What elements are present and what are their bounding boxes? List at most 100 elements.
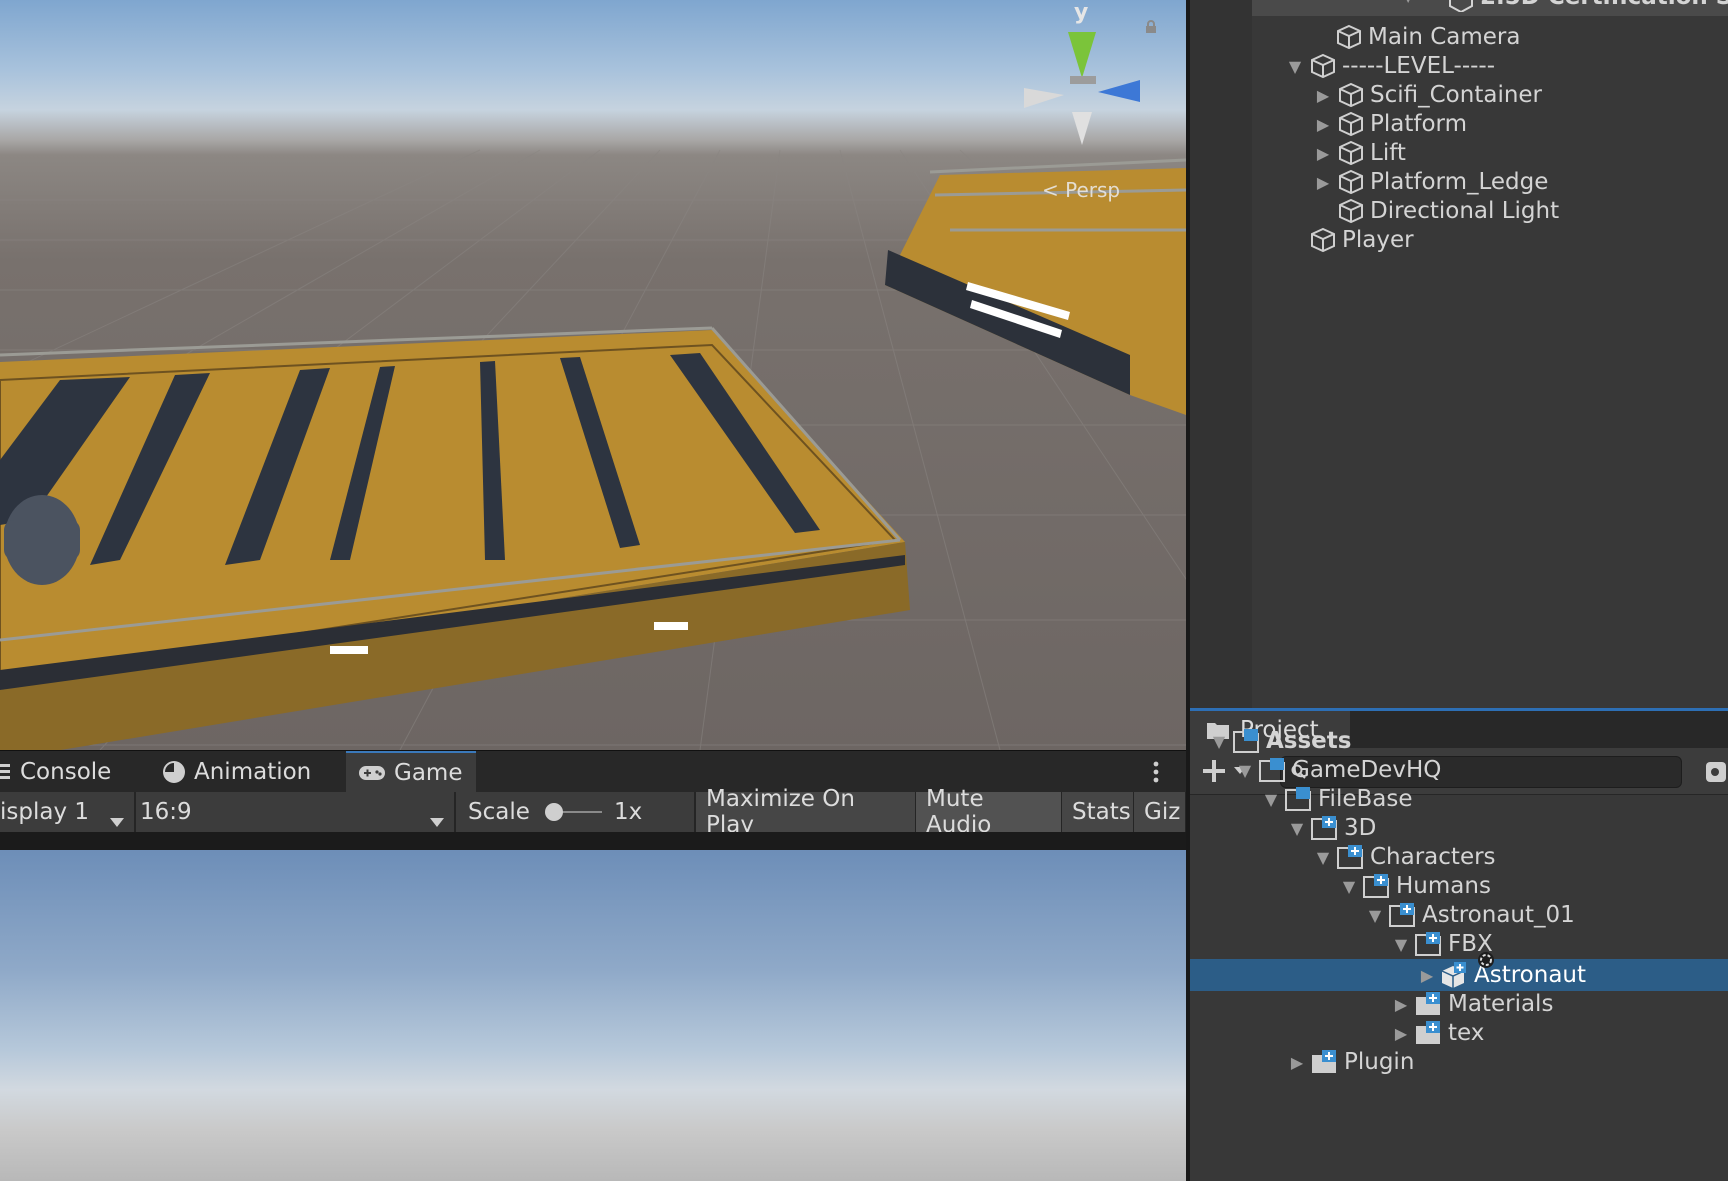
mute-audio-button[interactable]: Mute Audio [916,786,1062,838]
hierarchy-item-label: -----LEVEL----- [1342,53,1496,79]
hierarchy-item-label: Directional Light [1370,198,1560,224]
tree-item-label: 3D [1344,815,1377,841]
collapsed-arrow-icon[interactable]: ▶ [1310,86,1336,105]
display-dropdown[interactable]: isplay 1 [0,792,134,832]
unity-logo-icon [1448,0,1474,16]
tab-animation-label: Animation [194,759,312,785]
expand-arrow-icon[interactable]: ▼ [1388,935,1414,954]
display-dropdown-label: isplay 1 [0,799,90,825]
expand-arrow-icon[interactable]: ▼ [1206,732,1232,751]
project-folder-astronaut-01[interactable]: ▼ Astronaut_01 [1190,899,1728,931]
lock-icon[interactable] [1144,20,1158,34]
stats-button[interactable]: Stats [1062,792,1134,832]
hierarchy-item-label: Player [1342,227,1414,253]
project-folder-plugin[interactable]: ▶ Plugin [1190,1046,1728,1078]
project-folder-characters[interactable]: ▼ Characters [1190,841,1728,873]
hierarchy-item-platform[interactable]: ▶ Platform [1310,108,1467,140]
hierarchy-item-label: Platform_Ledge [1370,169,1549,195]
gamepad-icon [358,764,386,782]
gameobject-cube-icon [1336,109,1366,139]
hierarchy-item-level[interactable]: ▼ -----LEVEL----- [1282,50,1495,82]
gameobject-cube-icon [1334,22,1364,52]
tab-console[interactable]: Console [0,751,150,793]
folder-plus-icon [1414,930,1444,958]
hierarchy-item-lift[interactable]: ▶ Lift [1310,137,1406,169]
project-folder-assets[interactable]: ▼ Assets [1190,725,1728,757]
expand-arrow-icon[interactable]: ▼ [1402,0,1414,5]
scale-value: 1x [614,799,643,825]
expand-arrow-icon[interactable]: ▼ [1282,57,1308,76]
hierarchy-item-player[interactable]: Player [1282,224,1414,256]
gizmos-button[interactable]: Giz [1134,792,1186,832]
scale-slider[interactable] [542,802,604,822]
collapsed-arrow-icon[interactable]: ▶ [1310,115,1336,134]
tree-item-label: Astronaut_01 [1422,902,1575,928]
expand-arrow-icon[interactable]: ▼ [1232,761,1258,780]
project-folder-filebase[interactable]: ▼ FileBase [1190,783,1728,815]
expand-arrow-icon[interactable]: ▼ [1362,906,1388,925]
scene-name: 2.5D Certification Starter Scene [1480,0,1728,10]
scene-gizmo-graphic [1024,32,1140,145]
gameobject-cube-icon [1308,225,1338,255]
project-folder-tex[interactable]: ▶ tex [1190,1017,1728,1049]
hierarchy-item-directional-light[interactable]: Directional Light [1310,195,1559,227]
game-view-top-strip [0,832,1186,850]
expand-arrow-icon[interactable]: ▼ [1284,819,1310,838]
aspect-dropdown[interactable]: 16:9 [140,792,450,832]
tree-item-label: Humans [1396,873,1491,899]
hierarchy-item-label: Platform [1370,111,1467,137]
expand-arrow-icon[interactable]: ▼ [1310,848,1336,867]
collapsed-arrow-icon[interactable]: ▶ [1310,173,1336,192]
tab-animation[interactable]: Animation [162,751,342,793]
project-folder-materials[interactable]: ▶ Materials [1190,988,1728,1020]
folder-plus-icon [1414,990,1444,1018]
gameobject-cube-icon [1336,138,1366,168]
tab-menu-kebab-icon[interactable] [1152,759,1160,785]
expand-arrow-icon[interactable]: ▼ [1336,877,1362,896]
project-folder-gamedevhq[interactable]: ▼ GameDevHQ [1190,754,1728,786]
busy-cursor-icon [1476,950,1496,970]
gizmo-y-label[interactable]: y [1074,0,1088,25]
tab-game[interactable]: Game [346,751,476,793]
project-folder-humans[interactable]: ▼ Humans [1190,870,1728,902]
hierarchy-scene-row[interactable]: ▼ 2.5D Certification Starter Scene [1252,0,1728,16]
hierarchy-item-label: Main Camera [1368,24,1521,50]
project-folder-fbx[interactable]: ▼ FBX [1190,928,1728,960]
game-view[interactable] [0,850,1186,1181]
project-asset-astronaut[interactable]: ▶ Astronaut [1190,959,1728,991]
collapsed-arrow-icon[interactable]: ▶ [1310,144,1336,163]
tree-item-label: FileBase [1318,786,1413,812]
animation-clock-icon [162,760,186,784]
gameobject-cube-icon [1308,51,1338,81]
folder-plus-icon [1310,1048,1340,1076]
expand-arrow-icon[interactable]: ▼ [1258,790,1284,809]
chevron-down-icon [110,807,124,833]
collapsed-arrow-icon[interactable]: ▶ [1388,995,1414,1014]
project-panel: Project ▼ Assets ▼ GameDevHQ ▼ FileBase [1190,708,1728,1181]
tree-item-label: Plugin [1344,1049,1415,1075]
tree-item-label: GameDevHQ [1292,757,1442,783]
folder-plus-icon [1336,843,1366,871]
aspect-dropdown-label: 16:9 [140,799,192,825]
collapsed-arrow-icon[interactable]: ▶ [1284,1053,1310,1072]
folder-plus-icon [1362,872,1392,900]
hierarchy-item-label: Scifi_Container [1370,82,1543,108]
folder-plus-icon [1414,1019,1444,1047]
hierarchy-item-platform-ledge[interactable]: ▶ Platform_Ledge [1310,166,1549,198]
project-folder-3d[interactable]: ▼ 3D [1190,812,1728,844]
folder-open-icon [1232,727,1262,755]
collapsed-arrow-icon[interactable]: ▶ [1388,1024,1414,1043]
tree-item-label: Assets [1266,728,1352,754]
hierarchy-item-scifi-container[interactable]: ▶ Scifi_Container [1310,79,1542,111]
projection-label[interactable]: < Persp [1042,178,1120,202]
maximize-on-play-button[interactable]: Maximize On Play [696,786,916,838]
tree-item-label: Materials [1448,991,1554,1017]
hierarchy-gutter [1190,0,1252,708]
scene-view[interactable]: y < Persp [0,0,1186,750]
tab-game-label: Game [394,760,463,786]
tree-item-label: tex [1448,1020,1485,1046]
collapsed-arrow-icon[interactable]: ▶ [1414,966,1440,985]
folder-plus-icon [1310,814,1340,842]
hierarchy-item-main-camera[interactable]: Main Camera [1308,21,1520,53]
folder-plus-icon [1388,901,1418,929]
